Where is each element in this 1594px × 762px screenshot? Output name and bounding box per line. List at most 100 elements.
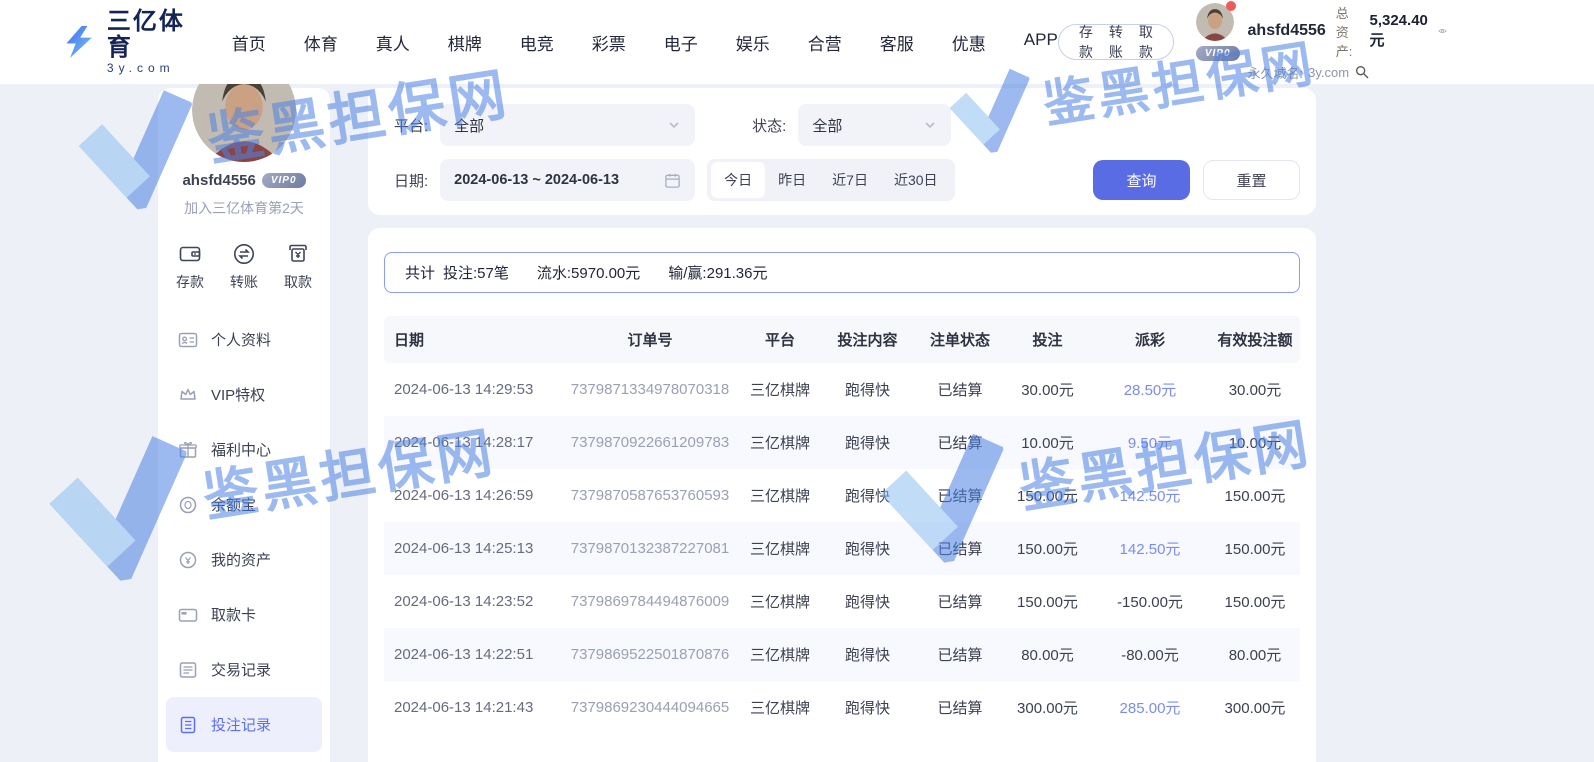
cell-valid: 10.00元 <box>1210 416 1300 469</box>
header-valid: 有效投注额 <box>1210 316 1300 363</box>
avatar[interactable] <box>1196 3 1234 41</box>
sidebar-item-label: 交易记录 <box>211 659 271 680</box>
platform-select[interactable]: 全部 <box>440 104 695 146</box>
sidebar-item-vip[interactable]: VIP特权 <box>166 367 322 422</box>
cell-platform: 三亿棋牌 <box>740 469 820 522</box>
cell-date: 2024-06-13 14:21:43 <box>384 681 560 734</box>
sidebar-item-redeem-records[interactable]: 兑奖记录 <box>166 752 322 762</box>
nav-chess[interactable]: 棋牌 <box>448 30 482 55</box>
sidebar-menu: 个人资料 VIP特权 福利中心 余额宝 <box>158 312 330 762</box>
sidebar-item-transactions[interactable]: 交易记录 <box>166 642 322 697</box>
summary-bar: 共计 投注:57笔 流水:5970.00元 输/赢:291.36元 <box>384 252 1300 293</box>
quick-transfer-button[interactable]: 转账 <box>230 242 258 292</box>
sidebar-item-label: 取款卡 <box>211 604 256 625</box>
date-range-input[interactable]: 2024-06-13 ~ 2024-06-13 <box>440 159 695 201</box>
id-card-icon <box>178 330 198 350</box>
sidebar-item-welfare[interactable]: 福利中心 <box>166 422 322 477</box>
summary-turnover: 流水:5970.00元 <box>537 262 640 283</box>
deposit-link[interactable]: 存款 <box>1079 22 1093 62</box>
nav-sports[interactable]: 体育 <box>304 30 338 55</box>
transfer-link[interactable]: 转账 <box>1109 22 1123 62</box>
table-row: 2024-06-13 14:23:52 7379869784494876009 … <box>384 575 1300 628</box>
cell-order: 7379869230444094665 <box>560 681 740 734</box>
cell-platform: 三亿棋牌 <box>740 681 820 734</box>
search-button[interactable]: 查询 <box>1093 160 1190 200</box>
cell-date: 2024-06-13 14:22:51 <box>384 628 560 681</box>
cell-valid: 150.00元 <box>1210 469 1300 522</box>
cell-payout: 9.50元 <box>1090 416 1210 469</box>
nav-esports[interactable]: 电竞 <box>520 30 554 55</box>
transfer-icon <box>232 242 256 266</box>
cell-platform: 三亿棋牌 <box>740 575 820 628</box>
cell-bet: 300.00元 <box>1005 681 1090 734</box>
domain-value: 3y.com <box>1308 65 1349 80</box>
quick-deposit-label: 存款 <box>176 272 204 292</box>
nav-affiliate[interactable]: 合营 <box>808 30 842 55</box>
sidebar-item-assets[interactable]: 我的资产 <box>166 532 322 587</box>
cell-order: 7379869784494876009 <box>560 575 740 628</box>
sidebar-item-label: 个人资料 <box>211 329 271 350</box>
nav-entertainment[interactable]: 娱乐 <box>736 30 770 55</box>
cell-date: 2024-06-13 14:26:59 <box>384 469 560 522</box>
main-nav: 首页 体育 真人 棋牌 电竞 彩票 电子 娱乐 合营 客服 优惠 APP <box>232 30 1058 55</box>
cell-payout: -80.00元 <box>1090 628 1210 681</box>
sidebar-item-bet-records[interactable]: 投注记录 <box>166 697 322 752</box>
cell-valid: 30.00元 <box>1210 363 1300 416</box>
withdraw-link[interactable]: 取款 <box>1139 22 1153 62</box>
nav-lottery[interactable]: 彩票 <box>592 30 626 55</box>
cell-valid: 80.00元 <box>1210 628 1300 681</box>
nav-home[interactable]: 首页 <box>232 30 266 55</box>
cell-content: 跑得快 <box>820 681 915 734</box>
eye-icon[interactable] <box>1438 23 1447 39</box>
sidebar-item-withdraw-card[interactable]: 取款卡 <box>166 587 322 642</box>
reset-button[interactable]: 重置 <box>1203 160 1300 200</box>
cell-status: 已结算 <box>915 363 1005 416</box>
quick-deposit-button[interactable]: 存款 <box>176 242 204 292</box>
search-icon[interactable] <box>1354 64 1370 80</box>
nav-slots[interactable]: 电子 <box>664 30 698 55</box>
range-yesterday[interactable]: 昨日 <box>765 162 819 198</box>
nav-service[interactable]: 客服 <box>880 30 914 55</box>
range-7days[interactable]: 近7日 <box>819 162 881 198</box>
assets-icon <box>178 550 198 570</box>
cell-date: 2024-06-13 14:28:17 <box>384 416 560 469</box>
asset-value: 5,324.40元 <box>1369 12 1427 50</box>
nav-promo[interactable]: 优惠 <box>952 30 986 55</box>
table-row: 2024-06-13 14:21:43 7379869230444094665 … <box>384 681 1300 734</box>
cell-status: 已结算 <box>915 469 1005 522</box>
cell-payout: 285.00元 <box>1090 681 1210 734</box>
range-30days[interactable]: 近30日 <box>881 162 951 198</box>
cell-platform: 三亿棋牌 <box>740 363 820 416</box>
header-bet: 投注 <box>1005 316 1090 363</box>
nav-live[interactable]: 真人 <box>376 30 410 55</box>
summary-bet-count: 投注:57笔 <box>443 262 509 283</box>
cell-status: 已结算 <box>915 416 1005 469</box>
cell-valid: 150.00元 <box>1210 522 1300 575</box>
quick-withdraw-button[interactable]: 取款 <box>284 242 312 292</box>
sidebar-item-label: 余额宝 <box>211 494 256 515</box>
header-content: 投注内容 <box>820 316 915 363</box>
filter-card: 平台: 全部 状态: 全部 日期: 2024-06-13 ~ 2024-06-1… <box>368 88 1316 215</box>
sidebar-item-label: 投注记录 <box>211 714 271 735</box>
cell-content: 跑得快 <box>820 522 915 575</box>
table-row: 2024-06-13 14:25:13 7379870132387227081 … <box>384 522 1300 575</box>
cell-order: 7379870587653760593 <box>560 469 740 522</box>
range-today[interactable]: 今日 <box>711 162 765 198</box>
cell-bet: 30.00元 <box>1005 363 1090 416</box>
cell-content: 跑得快 <box>820 416 915 469</box>
gift-icon <box>178 440 198 460</box>
status-select[interactable]: 全部 <box>798 104 951 146</box>
nav-app[interactable]: APP <box>1024 30 1058 55</box>
table-header-row: 日期 订单号 平台 投注内容 注单状态 投注 派彩 有效投注额 <box>384 316 1300 363</box>
sidebar-item-profile[interactable]: 个人资料 <box>166 312 322 367</box>
cell-platform: 三亿棋牌 <box>740 628 820 681</box>
cell-status: 已结算 <box>915 681 1005 734</box>
cell-status: 已结算 <box>915 575 1005 628</box>
sidebar-item-yuebao[interactable]: 余额宝 <box>166 477 322 532</box>
sidebar-item-label: 福利中心 <box>211 439 271 460</box>
status-label: 状态: <box>752 115 786 136</box>
cell-date: 2024-06-13 14:23:52 <box>384 575 560 628</box>
brand-logo[interactable]: 三亿体育 3y.com <box>62 9 186 76</box>
header-platform: 平台 <box>740 316 820 363</box>
quick-transfer-label: 转账 <box>230 272 258 292</box>
